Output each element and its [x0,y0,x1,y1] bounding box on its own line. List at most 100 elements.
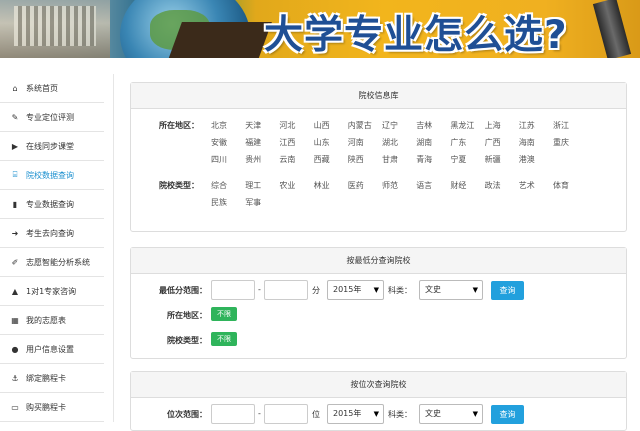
region-option[interactable]: 重庆 [553,137,569,148]
sidebar-item[interactable]: ▭ 购买鹏程卡 [0,393,104,422]
chevron-down-icon: ▼ [472,410,478,418]
subject-select[interactable]: 文史 ▼ [419,404,483,424]
region-option[interactable]: 上海 [485,120,501,131]
region-option[interactable]: 陕西 [348,154,364,165]
region-option[interactable]: 北京 [211,120,227,131]
region-option[interactable]: 山西 [314,120,330,131]
credit-card-icon: ▭ [11,402,19,412]
sidebar-item[interactable]: ▮ 专业数据查询 [0,190,104,219]
book-image [168,22,272,58]
subject-select[interactable]: 文史 ▼ [419,280,483,300]
school-type-option[interactable]: 军事 [245,197,261,208]
region-option[interactable]: 山东 [314,137,330,148]
min-rank-input[interactable] [211,404,255,424]
sidebar-item[interactable]: ▶ 在线同步课堂 [0,132,104,161]
school-type-option[interactable]: 理工 [245,180,261,191]
school-type-option[interactable]: 师范 [382,180,398,191]
region-option[interactable]: 江苏 [519,120,535,131]
region-option[interactable]: 广西 [485,137,501,148]
banner-title: 大学专业怎么选? [264,13,568,58]
region-option[interactable]: 广东 [450,137,466,148]
rank-query-panel: 按位次查询院校 位次范围： - 位 2015年 ▼ 科类： 文史 ▼ 查询 [130,371,627,431]
rank-query-button[interactable]: 查询 [491,405,524,424]
region-option[interactable]: 甘肃 [382,154,398,165]
edit-icon: ✎ [11,112,19,122]
region-option[interactable]: 宁夏 [450,154,466,165]
region-option[interactable]: 吉林 [416,120,432,131]
school-type-option[interactable]: 体育 [553,180,569,191]
campus-building-image [0,0,110,58]
year-select[interactable]: 2015年 ▼ [327,280,384,300]
pencil-square-icon: ✐ [11,257,19,267]
sidebar-nav: ⌂ 系统首页 ✎ 专业定位评测 ▶ 在线同步课堂 ⌸ 院校数据查询 ▮ 专业数据查询 ➜ 考生去向查询… [0,74,104,422]
panel-title: 按位次查询院校 [131,372,626,398]
range-dash: - [258,409,261,418]
school-type-option[interactable]: 财经 [450,180,466,191]
school-type-option[interactable]: 医药 [348,180,364,191]
region-option[interactable]: 浙江 [553,120,569,131]
region-option[interactable]: 天津 [245,120,261,131]
region-option[interactable]: 港澳 [519,154,535,165]
score-query-button[interactable]: 查询 [491,281,524,300]
region-option[interactable]: 安徽 [211,137,227,148]
anchor-icon: ⚓ [11,373,19,383]
region-option[interactable]: 海南 [519,137,535,148]
min-score-input[interactable] [211,280,255,300]
region-option[interactable]: 福建 [245,137,261,148]
sidebar-item-label: 绑定鹏程卡 [26,373,66,383]
region-option[interactable]: 湖南 [416,137,432,148]
sidebar-item-label: 专业定位评测 [26,112,74,122]
sidebar-item[interactable]: ▲ 1对1专家咨询 [0,277,104,306]
max-rank-input[interactable] [264,404,308,424]
sidebar-item[interactable]: ➜ 考生去向查询 [0,219,104,248]
sidebar-item-label: 我的志愿表 [26,315,66,325]
region-option[interactable]: 四川 [211,154,227,165]
video-icon: ▶ [11,141,19,151]
sidebar-item[interactable]: ⌂ 系统首页 [0,74,104,103]
sidebar-item[interactable]: ⚓ 绑定鹏程卡 [0,364,104,393]
school-type-option[interactable]: 农业 [279,180,295,191]
sidebar-item-label: 购买鹏程卡 [26,402,66,412]
year-select[interactable]: 2015年 ▼ [327,404,384,424]
rank-range-label: 位次范围： [167,410,207,419]
school-type-label: 院校类型： [159,181,199,190]
type-any-tag[interactable]: 不限 [211,332,237,346]
region-option[interactable]: 贵州 [245,154,261,165]
book-icon: ▮ [12,199,18,209]
sidebar-item-label: 在线同步课堂 [26,141,74,151]
region-option[interactable]: 云南 [279,154,295,165]
subject-label: 科类： [388,410,412,419]
table-icon: ▦ [11,315,19,325]
region-any-tag[interactable]: 不限 [211,307,237,321]
sidebar-item[interactable]: ● 用户信息设置 [0,335,104,364]
sidebar-item[interactable]: ✎ 专业定位评测 [0,103,104,132]
region-option[interactable]: 江西 [279,137,295,148]
sidebar-divider [113,74,114,422]
user-icon: ● [11,344,19,354]
rank-unit: 位 [312,410,320,419]
max-score-input[interactable] [264,280,308,300]
sidebar-item[interactable]: ⌸ 院校数据查询 [0,161,104,190]
sidebar-item[interactable]: ✐ 志愿智能分析系统 [0,248,104,277]
sidebar-item-label: 用户信息设置 [26,344,74,354]
region-option[interactable]: 河南 [348,137,364,148]
region-option[interactable]: 新疆 [485,154,501,165]
sidebar-item[interactable]: ▦ 我的志愿表 [0,306,104,335]
school-type-option[interactable]: 政法 [485,180,501,191]
region-option[interactable]: 黑龙江 [450,120,474,131]
sidebar-item-label: 院校数据查询 [26,170,74,180]
region-option[interactable]: 湖北 [382,137,398,148]
type-filter-label: 院校类型： [167,336,207,345]
region-option[interactable]: 河北 [279,120,295,131]
region-option[interactable]: 青海 [416,154,432,165]
school-type-option[interactable]: 林业 [314,180,330,191]
school-type-option[interactable]: 语言 [416,180,432,191]
school-type-option[interactable]: 民族 [211,197,227,208]
region-option[interactable]: 辽宁 [382,120,398,131]
region-option[interactable]: 内蒙古 [348,120,372,131]
subject-label: 科类： [388,286,412,295]
school-type-option[interactable]: 综合 [211,180,227,191]
region-option[interactable]: 西藏 [314,154,330,165]
chevron-down-icon: ▼ [373,410,379,418]
school-type-option[interactable]: 艺术 [519,180,535,191]
